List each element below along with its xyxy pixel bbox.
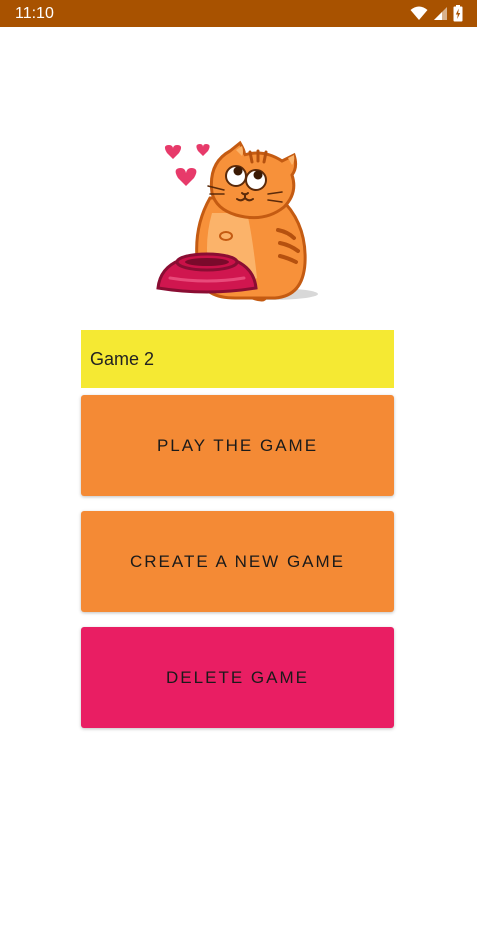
status-bar: 11:10 [0,0,477,27]
status-time: 11:10 [15,5,54,22]
game-name-field[interactable]: Game 2 [81,330,394,388]
status-icons [410,5,463,22]
create-new-game-button[interactable]: CREATE A NEW GAME [81,511,394,612]
game-name-value: Game 2 [90,348,155,369]
cellular-signal-icon [433,6,448,21]
play-game-label: PLAY THE GAME [156,435,319,455]
create-new-game-label: CREATE A NEW GAME [129,551,346,571]
cat-illustration [150,138,325,308]
cat-with-food-bowl-and-hearts-icon [156,140,318,302]
delete-game-label: DELETE GAME [166,667,309,687]
battery-charging-icon [453,5,463,22]
wifi-icon [410,6,428,21]
play-game-button[interactable]: PLAY THE GAME [81,395,394,496]
delete-game-button[interactable]: DELETE GAME [81,627,394,728]
